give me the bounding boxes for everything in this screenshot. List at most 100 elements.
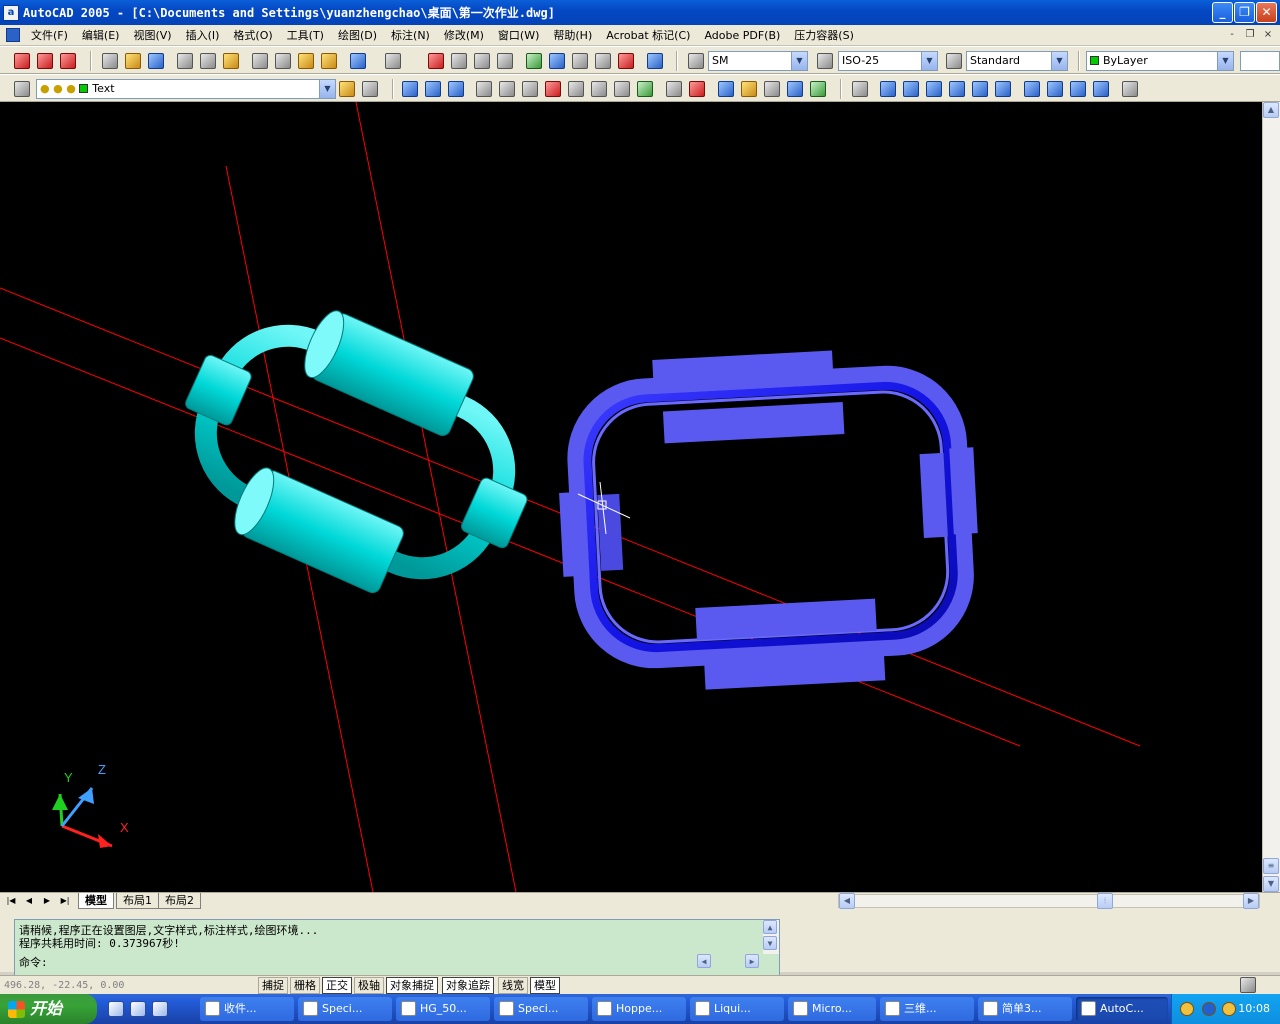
menu-edit[interactable]: 编辑(E) xyxy=(75,27,127,43)
otrack-toggle[interactable]: 对象追踪 xyxy=(442,977,494,994)
menu-view[interactable]: 视图(V) xyxy=(126,27,178,43)
chevron-down-icon[interactable]: ▼ xyxy=(791,52,807,70)
new-file-icon[interactable] xyxy=(102,53,118,69)
document-icon[interactable] xyxy=(6,28,20,42)
taskbar-item-autocad[interactable]: AutoC... xyxy=(1076,997,1168,1021)
copy-edges-icon[interactable] xyxy=(666,81,682,97)
menu-tools[interactable]: 工具(T) xyxy=(280,27,331,43)
left-view-icon[interactable] xyxy=(926,81,942,97)
menu-dimension[interactable]: 标注(N) xyxy=(384,27,437,43)
menu-adobe-pdf[interactable]: Adobe PDF(B) xyxy=(697,29,787,42)
scroll-thumb[interactable]: ⦙ xyxy=(1097,893,1113,909)
tray-icon[interactable] xyxy=(1202,1002,1216,1016)
taskbar-item[interactable]: Speci... xyxy=(494,997,588,1021)
chevron-down-icon[interactable]: ▼ xyxy=(1051,52,1067,70)
command-prompt[interactable]: 命令: xyxy=(19,954,48,970)
autocad-icon[interactable]: a xyxy=(3,4,19,21)
pdf-icon[interactable] xyxy=(37,53,53,69)
offset-faces-icon[interactable] xyxy=(522,81,538,97)
cut-icon[interactable] xyxy=(252,53,268,69)
tool-palettes-icon[interactable] xyxy=(572,53,588,69)
pan-icon[interactable] xyxy=(428,53,444,69)
se-isometric-icon[interactable] xyxy=(1047,81,1063,97)
next-tab-icon[interactable]: ▶ xyxy=(40,894,54,908)
vertical-scrollbar[interactable]: ▲ ≡ ▼ xyxy=(1262,102,1280,892)
taskbar-item[interactable]: Micro... xyxy=(788,997,876,1021)
horizontal-scrollbar[interactable]: ◀ ⦙ ▶ xyxy=(838,893,1260,909)
layer-manager-icon[interactable] xyxy=(14,81,30,97)
named-views-icon[interactable] xyxy=(852,81,868,97)
taskbar-item[interactable]: HG_50... xyxy=(396,997,490,1021)
close-button[interactable]: ✕ xyxy=(1256,2,1277,23)
check-icon[interactable] xyxy=(810,81,826,97)
model-space-canvas[interactable]: X Y Z xyxy=(0,102,1262,892)
chevron-down-icon[interactable]: ▼ xyxy=(921,52,937,70)
taper-faces-icon[interactable] xyxy=(591,81,607,97)
minimize-button[interactable]: _ xyxy=(1212,2,1233,23)
tray-icon[interactable] xyxy=(1222,1002,1236,1016)
scroll-up-icon[interactable]: ▲ xyxy=(763,920,777,934)
tab-layout2[interactable]: 布局2 xyxy=(158,893,201,909)
scroll-left-icon[interactable]: ◀ xyxy=(697,954,711,968)
taskbar-item[interactable]: Liqui... xyxy=(690,997,784,1021)
match-properties-icon[interactable] xyxy=(321,53,337,69)
separate-icon[interactable] xyxy=(764,81,780,97)
menu-insert[interactable]: 插入(I) xyxy=(179,27,227,43)
pdf-icon[interactable] xyxy=(14,53,30,69)
first-tab-icon[interactable]: |◀ xyxy=(4,894,18,908)
tray-settings-icon[interactable] xyxy=(1240,977,1256,993)
color-edges-icon[interactable] xyxy=(689,81,705,97)
text-style-select[interactable]: SM ▼ xyxy=(708,51,808,71)
menu-draw[interactable]: 绘图(D) xyxy=(331,27,384,43)
table-style-icon[interactable] xyxy=(946,53,962,69)
save-icon[interactable] xyxy=(148,53,164,69)
cyan-chain-link[interactable] xyxy=(146,269,567,635)
linetype-select[interactable] xyxy=(1240,51,1280,71)
dim-style-icon[interactable] xyxy=(817,53,833,69)
layer-previous-icon[interactable] xyxy=(362,81,378,97)
taskbar-item[interactable]: 简单3... xyxy=(978,997,1072,1021)
layer-select[interactable]: ● ● ● Text ▼ xyxy=(36,79,336,99)
help-icon[interactable] xyxy=(647,53,663,69)
menu-modify[interactable]: 修改(M) xyxy=(437,27,491,43)
command-scrollbar[interactable]: ▲ ▼ xyxy=(763,920,779,954)
taskbar-item[interactable]: Speci... xyxy=(298,997,392,1021)
right-view-icon[interactable] xyxy=(949,81,965,97)
text-style-icon[interactable] xyxy=(688,53,704,69)
scroll-left-icon[interactable]: ◀ xyxy=(839,893,855,909)
publish-icon[interactable] xyxy=(223,53,239,69)
imprint-icon[interactable] xyxy=(718,81,734,97)
menu-format[interactable]: 格式(O) xyxy=(226,27,279,43)
shell-icon[interactable] xyxy=(787,81,803,97)
bottom-view-icon[interactable] xyxy=(903,81,919,97)
back-view-icon[interactable] xyxy=(995,81,1011,97)
subtract-icon[interactable] xyxy=(425,81,441,97)
start-button[interactable]: 开始 xyxy=(0,994,97,1024)
table-style-select[interactable]: Standard ▼ xyxy=(966,51,1068,71)
taskbar-item[interactable]: Hoppe... xyxy=(592,997,686,1021)
tray-icon[interactable] xyxy=(1180,1002,1194,1016)
ne-isometric-icon[interactable] xyxy=(1070,81,1086,97)
command-history[interactable]: 请稍候,程序正在设置图层,文字样式,标注样式,绘图环境... 程序共耗用时间: … xyxy=(14,919,780,977)
make-layer-current-icon[interactable] xyxy=(339,81,355,97)
undo-icon[interactable] xyxy=(350,53,366,69)
quicklaunch-icon[interactable] xyxy=(130,1001,146,1017)
quicklaunch-icon[interactable] xyxy=(108,1001,124,1017)
doc-restore-button[interactable]: ❐ xyxy=(1242,28,1258,42)
tab-layout1[interactable]: 布局1 xyxy=(116,893,159,909)
intersect-icon[interactable] xyxy=(448,81,464,97)
blue-chain-link[interactable] xyxy=(552,343,985,696)
grid-toggle[interactable]: 栅格 xyxy=(290,977,320,994)
model-toggle[interactable]: 模型 xyxy=(530,977,560,994)
redo-icon[interactable] xyxy=(385,53,401,69)
snap-toggle[interactable]: 捕捉 xyxy=(258,977,288,994)
doc-close-button[interactable]: × xyxy=(1260,28,1276,42)
print-icon[interactable] xyxy=(177,53,193,69)
menu-window[interactable]: 窗口(W) xyxy=(491,27,546,43)
quicklaunch-icon[interactable] xyxy=(152,1001,168,1017)
osnap-toggle[interactable]: 对象捕捉 xyxy=(386,977,438,994)
clean-icon[interactable] xyxy=(741,81,757,97)
front-view-icon[interactable] xyxy=(972,81,988,97)
zoom-realtime-icon[interactable] xyxy=(451,53,467,69)
drawing-area[interactable]: X Y Z xyxy=(0,102,1262,892)
